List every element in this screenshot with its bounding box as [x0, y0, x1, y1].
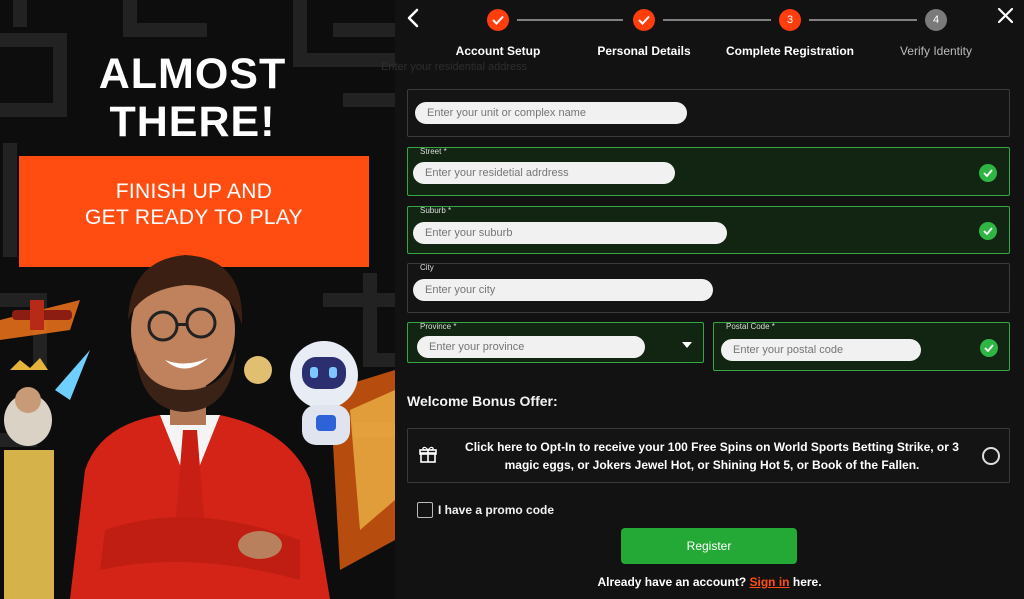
bonus-opt-in-radio[interactable]: [982, 447, 1000, 465]
residential-address-caption: Enter your residential address: [381, 61, 528, 73]
step-label-complete-registration[interactable]: Complete Registration: [710, 44, 870, 58]
gift-icon: [419, 446, 437, 463]
step-connector: [663, 19, 771, 21]
promo-panel: ALMOST THERE! FINISH UP AND GET READY TO…: [0, 0, 395, 599]
province-label: Province *: [420, 322, 457, 331]
signin-suffix: here.: [792, 575, 822, 589]
bonus-opt-in-option[interactable]: Click here to Opt-In to receive your 100…: [407, 428, 1010, 483]
street-field[interactable]: Street *: [407, 147, 1010, 196]
suburb-field[interactable]: Suburb *: [407, 206, 1010, 254]
promo-headline-line1: ALMOST: [98, 50, 287, 98]
signin-prompt: Already have an account? Sign in here.: [395, 575, 1024, 589]
suburb-label: Suburb *: [420, 206, 452, 215]
step-2-check-icon: [633, 9, 655, 31]
man-character: [70, 255, 330, 599]
back-chevron-icon[interactable]: [403, 6, 425, 30]
street-input[interactable]: [413, 162, 675, 184]
step-label-personal-details[interactable]: Personal Details: [564, 44, 724, 58]
registration-panel: 3 4 Account Setup Personal Details Compl…: [381, 0, 1024, 599]
promo-headline-line2: THERE!: [109, 98, 276, 146]
step-label-account-setup[interactable]: Account Setup: [418, 44, 578, 58]
promo-code-label[interactable]: I have a promo code: [438, 503, 554, 517]
chevron-down-icon[interactable]: [682, 342, 692, 348]
postal-code-input[interactable]: [721, 339, 921, 361]
valid-check-icon: [980, 339, 998, 357]
city-input[interactable]: [413, 279, 713, 301]
signin-prefix: Already have an account?: [597, 575, 747, 589]
province-input[interactable]: [417, 336, 645, 358]
suburb-input[interactable]: [413, 222, 727, 244]
promo-banner-line2: GET READY TO PLAY: [85, 206, 303, 229]
signin-link[interactable]: Sign in: [750, 575, 790, 589]
province-select[interactable]: Province *: [407, 322, 704, 363]
register-button[interactable]: Register: [621, 528, 797, 564]
promo-illustration: [0, 255, 395, 599]
promo-headline: ALMOST THERE!: [0, 50, 385, 146]
step-1-check-icon: [487, 9, 509, 31]
unit-input[interactable]: [415, 102, 687, 124]
step-4-number: 4: [925, 9, 947, 31]
step-connector: [809, 19, 917, 21]
city-field[interactable]: City: [407, 263, 1010, 313]
postal-code-field[interactable]: Postal Code *: [713, 322, 1010, 371]
step-connector: [517, 19, 623, 21]
unit-field[interactable]: [407, 89, 1010, 137]
valid-check-icon: [979, 164, 997, 182]
city-label: City: [420, 263, 434, 272]
close-icon[interactable]: [995, 4, 1017, 28]
street-label: Street *: [420, 147, 447, 156]
valid-check-icon: [979, 222, 997, 240]
promo-banner-line1: FINISH UP AND: [115, 180, 273, 203]
bonus-offer-text: Click here to Opt-In to receive your 100…: [465, 440, 959, 472]
postal-code-label: Postal Code *: [726, 322, 775, 331]
promo-code-checkbox[interactable]: [417, 502, 433, 518]
step-label-verify-identity: Verify Identity: [899, 44, 973, 58]
step-3-number: 3: [779, 9, 801, 31]
bonus-offer-title: Welcome Bonus Offer:: [407, 393, 558, 409]
